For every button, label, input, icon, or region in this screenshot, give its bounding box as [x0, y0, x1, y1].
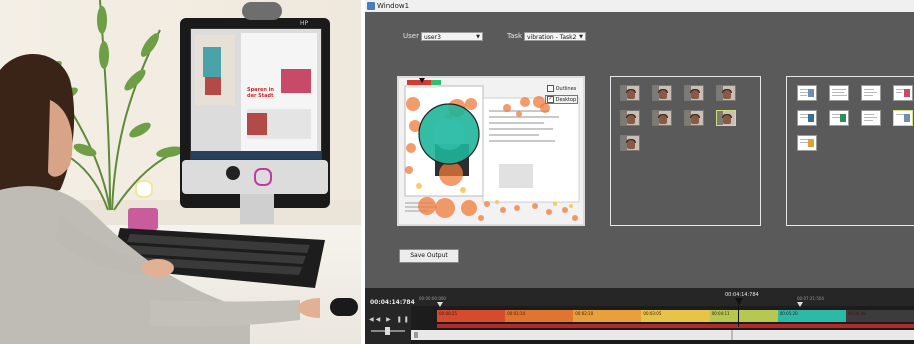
scrubber-handle[interactable]: [731, 330, 733, 340]
webcam-thumbnail-selected[interactable]: [716, 110, 736, 126]
outlines-checkbox-box[interactable]: [547, 85, 554, 92]
checkbox-desktop[interactable]: ✓ Desktop: [545, 95, 579, 104]
timeline-segment-label: 00:06:48: [847, 311, 866, 316]
window-title: Window1: [377, 2, 410, 10]
screen-thumbnail[interactable]: [797, 85, 817, 101]
volume-slider-thumb[interactable]: [385, 327, 390, 335]
chevron-down-icon: ▼: [579, 34, 583, 40]
play-icon[interactable]: ▶: [386, 316, 393, 323]
window-icon: [367, 2, 375, 10]
screen-thumbnail[interactable]: [797, 135, 817, 151]
webcam-thumbnail[interactable]: [620, 110, 640, 126]
pause-icon[interactable]: ❚❚: [397, 316, 411, 323]
timeline-segments: 00:00:25 00:01:14 00:02:10 00:03:05 00:04:11…: [437, 310, 914, 322]
rewind-icon[interactable]: ◀◀: [369, 316, 382, 323]
screen-thumbnail[interactable]: [797, 110, 817, 126]
triangle-marker-icon[interactable]: [735, 298, 743, 305]
user-label: User: [403, 32, 419, 40]
webcam-thumbnail[interactable]: [620, 85, 640, 101]
start-marker-label: 00:00:00:000: [419, 296, 446, 301]
webcam-thumbnail[interactable]: [716, 85, 736, 101]
screen-thumbnail[interactable]: [893, 85, 913, 101]
task-select[interactable]: vibration - Task2 ▼: [524, 32, 586, 41]
playhead-line: [738, 305, 739, 327]
monitor-brand: HP: [300, 20, 309, 27]
webcam-thumbnail[interactable]: [620, 135, 640, 151]
timeline-segment[interactable]: 00:05:20: [777, 310, 846, 322]
workspace: User user3 ▼ Task vibration - Task2 ▼ Ou…: [365, 12, 914, 288]
timeline-segment[interactable]: 00:06:48: [845, 310, 914, 322]
screen-thumbnail-pane: [786, 76, 914, 226]
checkbox-outlines[interactable]: Outlines: [547, 85, 576, 92]
timeline-segment-label: 00:02:10: [575, 311, 594, 316]
scrubber-left-cap: [414, 332, 418, 338]
task-select-value: vibration - Task2: [527, 34, 577, 41]
timeline-segment[interactable]: 00:02:10: [573, 310, 642, 322]
photo-panel: Sparen in der Stadt HP: [0, 0, 361, 344]
screen-thumbnail[interactable]: [829, 110, 849, 126]
webcam-thumbnail[interactable]: [652, 85, 672, 101]
timeline-segment-label: 00:04:11: [711, 311, 730, 316]
app-window: Window1 User user3 ▼ Task vibration - Ta…: [365, 0, 914, 344]
webcam-thumbnail-pane: [610, 76, 761, 226]
timeline-scrubber[interactable]: [411, 330, 914, 340]
timeline-segment-label: 00:05:20: [779, 311, 798, 316]
end-marker-label: 00:07:21:504: [797, 296, 824, 301]
timeline-track[interactable]: 00:00:25 00:01:14 00:02:10 00:03:05 00:04:11…: [411, 306, 914, 344]
mouse: [330, 298, 358, 316]
desktop-checkbox-label: Desktop: [555, 97, 577, 103]
timeline-progress-bar: [437, 324, 914, 328]
timeline-segment[interactable]: 00:03:05: [641, 310, 710, 322]
heatmap-preview[interactable]: Outlines ✓ Desktop: [397, 76, 585, 226]
task-label: Task: [507, 32, 523, 40]
timeline-segment-label: 00:03:05: [643, 311, 662, 316]
save-output-button[interactable]: Save Output: [399, 249, 459, 263]
person: [0, 40, 342, 344]
chevron-down-icon: ▼: [476, 34, 480, 40]
screen-thumbnail[interactable]: [861, 85, 881, 101]
start-marker-icon[interactable]: [437, 302, 443, 307]
screen-thumbnail[interactable]: [861, 110, 881, 126]
screen-thumbnail-selected[interactable]: [893, 110, 913, 126]
timeline-panel: 00:04:14:784 00:04:14:784 00:00:00:000 0…: [365, 288, 914, 344]
outlines-checkbox-label: Outlines: [555, 86, 577, 92]
user-select-value: user3: [424, 34, 441, 41]
webcam: [242, 2, 282, 20]
screen-thumbnail[interactable]: [829, 85, 849, 101]
timeline-segment[interactable]: 00:01:14: [505, 310, 574, 322]
volume-slider[interactable]: [371, 327, 405, 335]
webcam-thumbnail[interactable]: [652, 110, 672, 126]
webcam-thumbnail[interactable]: [684, 85, 704, 101]
desktop-checkbox-box[interactable]: ✓: [547, 96, 554, 103]
timeline-segment-label: 00:01:14: [507, 311, 526, 316]
timeline-segment[interactable]: 00:04:11: [709, 310, 778, 322]
timeline-segment-label: 00:00:25: [439, 311, 457, 316]
timeline-segment[interactable]: 00:00:25: [437, 310, 506, 322]
current-time-readout: 00:04:14:784: [370, 299, 415, 306]
user-select[interactable]: user3 ▼: [421, 32, 483, 41]
webcam-thumbnail[interactable]: [684, 110, 704, 126]
end-marker-icon[interactable]: [797, 302, 803, 307]
